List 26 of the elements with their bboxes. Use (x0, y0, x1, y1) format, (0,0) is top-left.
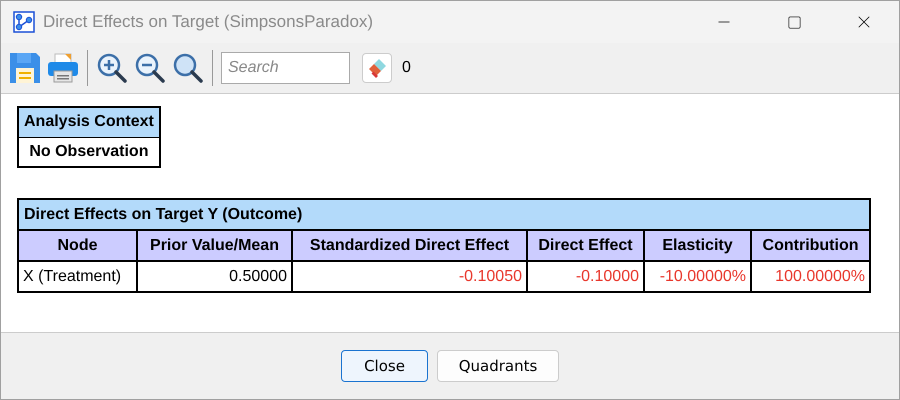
table-cell: X (Treatment) (18, 261, 137, 292)
graph-icon (13, 11, 35, 33)
quadrants-button[interactable]: Quadrants (437, 350, 559, 382)
close-button[interactable]: Close (341, 350, 428, 382)
table-cell: -0.10000 (527, 261, 644, 292)
table-cell: -0.10050 (292, 261, 527, 292)
column-header: Node (18, 230, 137, 261)
column-header: Prior Value/Mean (137, 230, 292, 261)
zoom-out-icon[interactable] (134, 52, 166, 84)
table-cell: -10.00000% (644, 261, 751, 292)
table-cell: 0.50000 (137, 261, 292, 292)
zoom-in-icon[interactable] (96, 52, 128, 84)
column-header: Direct Effect (527, 230, 644, 261)
print-icon[interactable] (47, 52, 79, 84)
eraser-button[interactable] (362, 53, 392, 83)
magnifier-icon[interactable] (172, 52, 204, 84)
table-cell: 100.00000% (751, 261, 870, 292)
table-header: Analysis Context (18, 107, 160, 137)
window-title: Direct Effects on Target (SimpsonsParadox) (43, 11, 374, 34)
table-title: Direct Effects on Target Y (Outcome) (18, 199, 870, 230)
search-field[interactable]: Search (221, 52, 350, 84)
save-icon[interactable] (9, 52, 41, 84)
column-header: Elasticity (644, 230, 751, 261)
column-header: Standardized Direct Effect (292, 230, 527, 261)
column-header: Contribution (751, 230, 870, 261)
count-label: 0 (402, 58, 411, 78)
